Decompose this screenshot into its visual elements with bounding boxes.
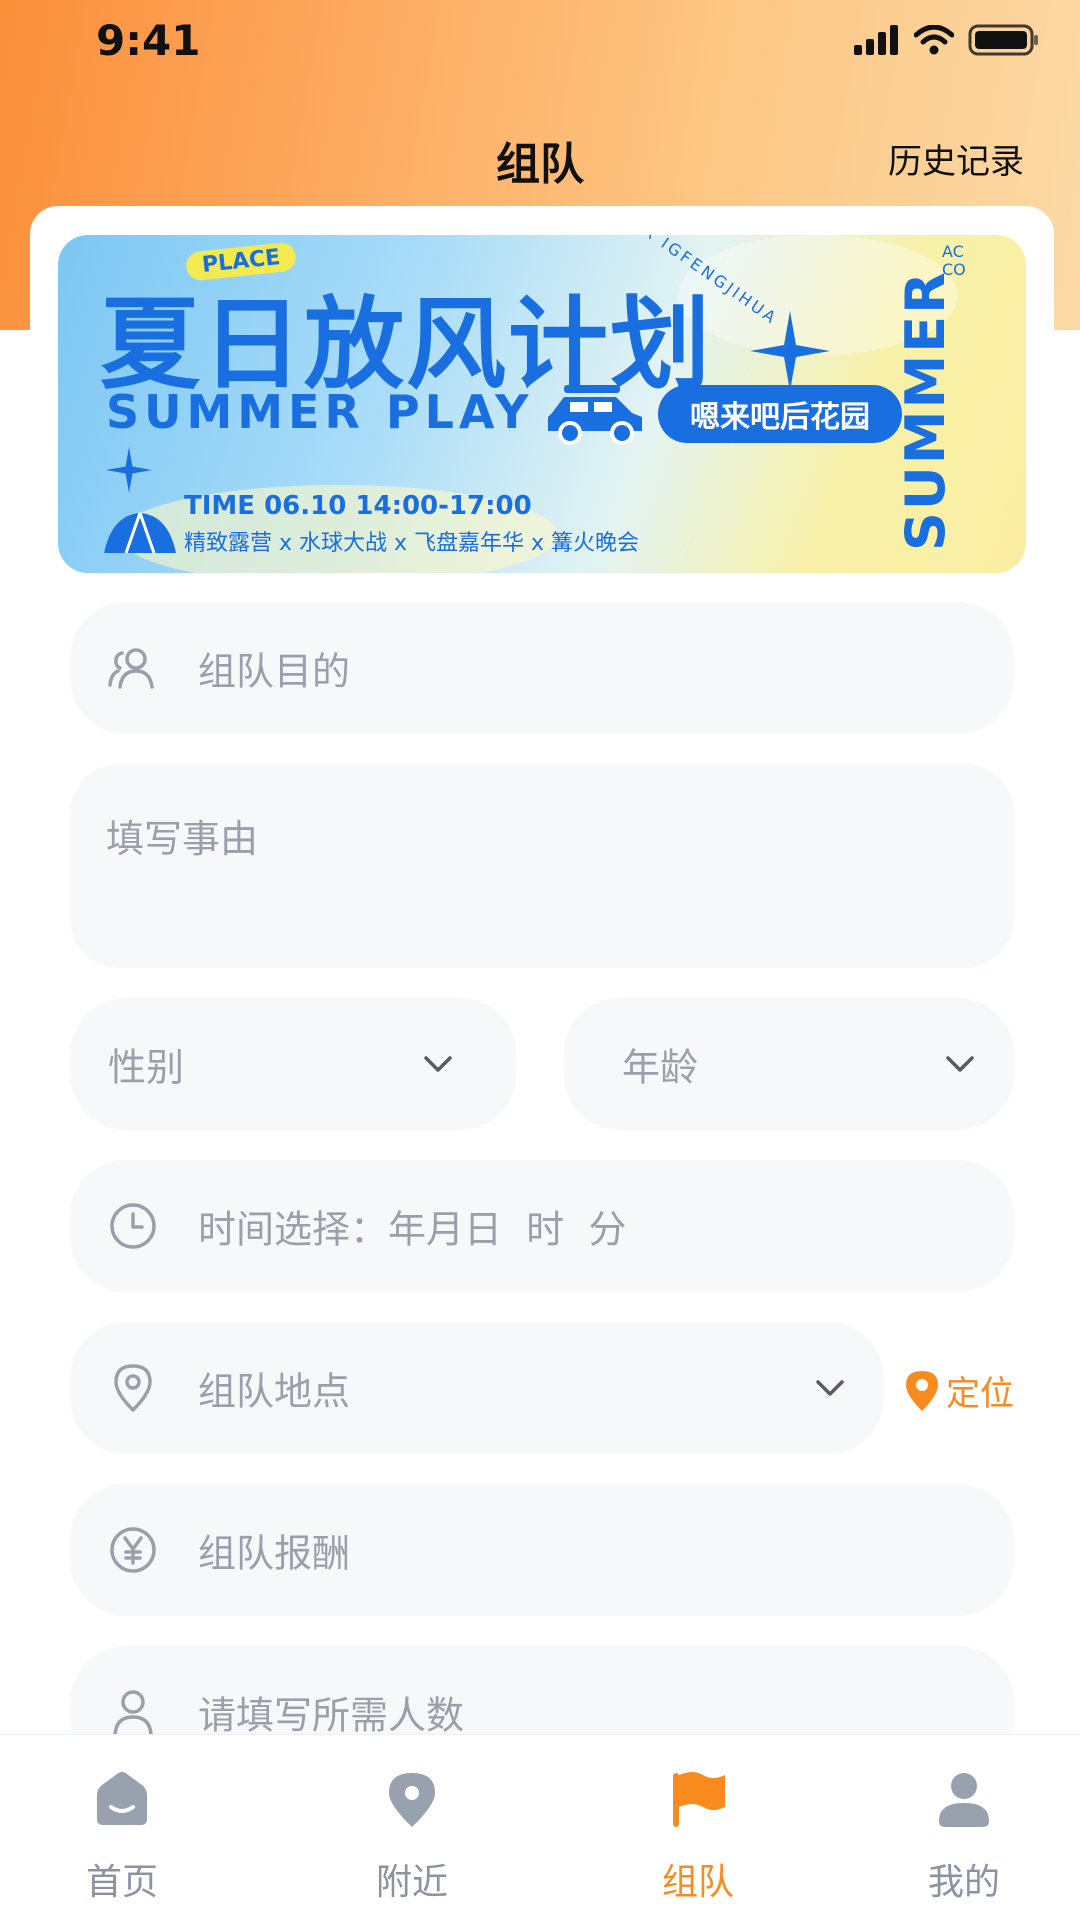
clock-icon: [110, 1203, 156, 1249]
sparkle-icon: [750, 311, 830, 391]
time-placeholder: 时间选择：年月日 时 分: [198, 1207, 627, 1252]
promo-banner[interactable]: PLACE 夏日放风计划 XIAR IGFENGJIHUA AC CO SUMM…: [58, 235, 1026, 573]
status-icons: [854, 24, 1040, 56]
sparkle-small-icon: [106, 447, 152, 493]
purpose-field[interactable]: 组队目的: [70, 602, 1014, 734]
user-icon: [939, 1773, 989, 1827]
tab-team[interactable]: 组队: [598, 1735, 798, 1920]
home-icon: [97, 1772, 147, 1825]
locate-button[interactable]: 定位: [902, 1366, 1014, 1415]
banner-title-en: SUMMER PLAY: [106, 385, 534, 439]
location-pin-filled-icon: [906, 1370, 938, 1411]
locate-label: 定位: [946, 1374, 1014, 1414]
status-bar: 9:41: [0, 0, 1080, 86]
chevron-down-icon: [946, 1056, 974, 1072]
location-icon: [389, 1773, 435, 1827]
reward-field[interactable]: 组队报酬: [70, 1484, 1014, 1616]
banner-venue: 嗯来吧后花园: [658, 385, 902, 443]
chevron-down-icon: [816, 1380, 844, 1396]
history-link[interactable]: 历史记录: [888, 134, 1024, 183]
tab-mine-label: 我的: [927, 1862, 1000, 1903]
reward-placeholder: 组队报酬: [198, 1531, 351, 1576]
purpose-placeholder: 组队目的: [198, 649, 351, 694]
tent-icon: [104, 512, 176, 554]
location-select[interactable]: 组队地点: [70, 1322, 884, 1454]
battery-icon: [968, 24, 1038, 56]
banner-time: TIME 06.10 14:00-17:00: [184, 491, 532, 521]
signal-icon: [854, 25, 898, 55]
users-icon: [108, 648, 154, 689]
flag-icon: [673, 1772, 725, 1827]
age-select[interactable]: 年龄: [564, 998, 1014, 1130]
yuan-icon: [110, 1527, 156, 1573]
banner-side-text: SUMMER: [894, 270, 957, 551]
status-time: 9:41: [96, 16, 201, 65]
location-placeholder: 组队地点: [198, 1369, 351, 1414]
nav-bar: 组队 历史记录: [0, 110, 1080, 200]
banner-activities: 精致露营 x 水球大战 x 飞盘嘉年华 x 篝火晚会: [184, 531, 640, 556]
age-placeholder: 年龄: [622, 1045, 699, 1090]
tab-team-label: 组队: [661, 1862, 734, 1903]
banner-venue-label: 嗯来吧后花园: [690, 400, 870, 435]
reason-textarea[interactable]: 填写事由: [70, 764, 1014, 968]
tab-mine[interactable]: 我的: [864, 1735, 1064, 1920]
car-icon: [548, 385, 642, 445]
gender-select[interactable]: 性别: [70, 998, 516, 1130]
reason-placeholder: 填写事由: [106, 817, 259, 861]
tab-home-label: 首页: [85, 1862, 158, 1903]
person-icon: [113, 1690, 153, 1737]
tab-bar: 首页 附近 组队 我的: [0, 1734, 1080, 1920]
chevron-down-icon: [424, 1056, 452, 1072]
tab-nearby-label: 附近: [375, 1862, 448, 1903]
gender-placeholder: 性别: [108, 1045, 185, 1090]
tab-nearby[interactable]: 附近: [312, 1735, 512, 1920]
map-pin-icon: [114, 1364, 152, 1412]
tab-home[interactable]: 首页: [22, 1735, 222, 1920]
people-count-placeholder: 请填写所需人数: [198, 1693, 465, 1738]
wifi-icon: [914, 25, 954, 55]
time-picker[interactable]: 时间选择：年月日 时 分: [70, 1160, 1014, 1292]
